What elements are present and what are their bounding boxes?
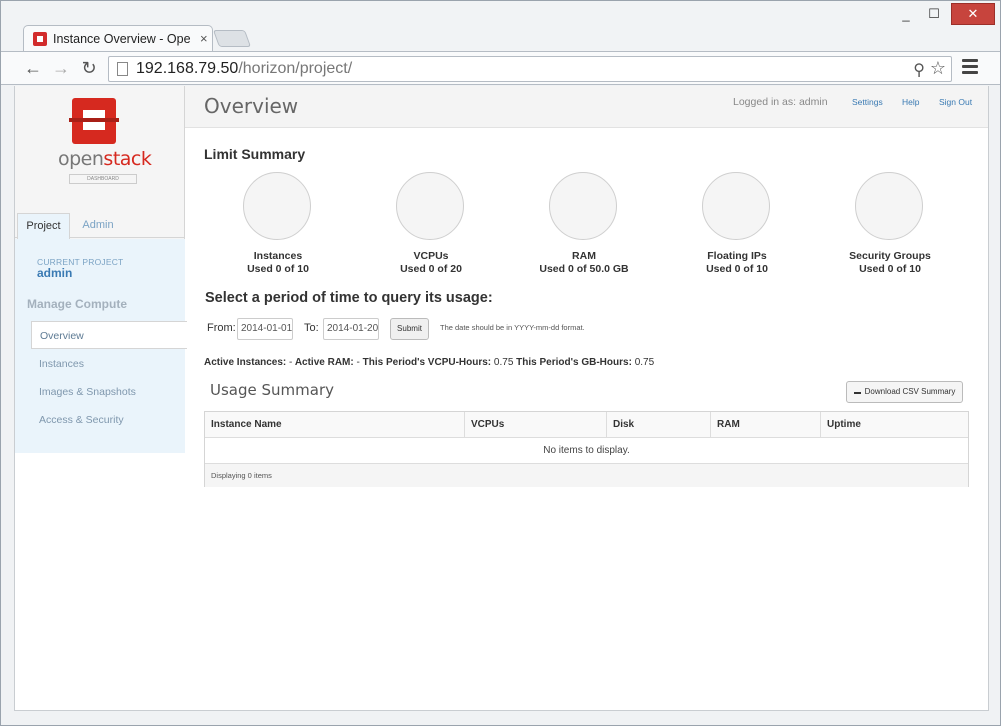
limit-item: Security Groups Used 0 of 10 [825,250,955,276]
arrow-left-icon: ← [24,57,42,78]
period-title: Select a period of time to query its usa… [205,290,493,306]
sidebar: openstack DASHBOARD Project Admin CURREN… [15,86,187,453]
current-project-switcher[interactable]: admin [37,266,72,280]
sidebar-item-images-snapshots[interactable]: Images & Snapshots [31,378,187,406]
sidebar-tabs: Project Admin [15,213,185,239]
floating-ips-pie-chart [702,172,770,240]
page-viewport: openstack DASHBOARD Project Admin CURREN… [14,86,989,711]
tab-admin[interactable]: Admin [73,213,123,239]
title-bar: Instance Overview - OpenStack Dashboard … [1,1,1000,51]
sidebar-item-overview[interactable]: Overview [31,321,187,349]
tab-close-icon[interactable]: × [200,31,208,46]
settings-link[interactable]: Settings [852,97,883,107]
limit-name: Instances [253,250,303,262]
page-header: Overview Logged in as: admin Settings He… [185,86,988,128]
column-header-disk[interactable]: Disk [607,412,711,438]
maximize-button[interactable]: ☐ [921,3,947,25]
sidebar-panel: CURRENT PROJECT admin Manage Compute Ove… [15,239,187,453]
submit-button[interactable]: Submit [390,318,429,340]
magnifier-icon[interactable]: ⚲ [913,60,925,80]
limit-item: Floating IPs Used 0 of 10 [672,250,802,276]
date-format-hint: The date should be in YYYY-mm-dd format. [440,323,585,332]
help-link[interactable]: Help [902,97,919,107]
address-bar[interactable]: 192.168.79.50/horizon/project/ ⚲ ☆ [108,56,952,82]
tab-title: Instance Overview - OpenStack Dashboard [53,31,190,46]
empty-table-message: No items to display. [205,438,968,464]
column-header-instance-name[interactable]: Instance Name [205,412,465,438]
arrow-right-icon: → [52,57,70,78]
hamburger-icon[interactable] [962,59,978,77]
openstack-cube-icon [69,98,119,144]
from-label: From: [207,322,236,334]
limit-usage: Used 0 of 10 [859,263,921,275]
reload-icon: ↻ [81,57,97,78]
usage-table: Instance Name VCPUs Disk RAM Uptime No i… [204,411,969,487]
column-header-uptime[interactable]: Uptime [821,412,968,438]
logo-text: openstack [58,148,152,170]
sidebar-item-access-security[interactable]: Access & Security [31,406,187,434]
security-groups-pie-chart [855,172,923,240]
from-date-input[interactable]: 2014-01-01 [237,318,293,340]
page-title: Overview [204,94,299,118]
to-label: To: [304,322,319,334]
column-header-ram[interactable]: RAM [711,412,821,438]
ram-pie-chart [549,172,617,240]
vcpus-pie-chart [396,172,464,240]
limit-usage: Used 0 of 10 [247,263,309,275]
limit-name: Floating IPs [707,250,767,262]
limit-usage: Used 0 of 10 [706,263,768,275]
sidebar-section-title: Manage Compute [27,297,128,311]
limit-usage: Used 0 of 20 [400,263,462,275]
url-path: /horizon/project/ [238,60,353,77]
limit-item: RAM Used 0 of 50.0 GB [519,250,649,276]
limit-usage: Used 0 of 50.0 GB [539,263,629,275]
browser-tab[interactable]: Instance Overview - OpenStack Dashboard … [23,25,213,51]
forward-button[interactable]: → [49,56,73,80]
table-header-row: Instance Name VCPUs Disk RAM Uptime [205,412,968,438]
limit-summary-title: Limit Summary [204,146,306,162]
usage-summary-title: Usage Summary [210,381,334,399]
sign-out-link[interactable]: Sign Out [939,97,972,107]
url-host: 192.168.79.50 [136,60,239,77]
url-text[interactable]: 192.168.79.50/horizon/project/ [136,60,352,78]
limit-name: Security Groups [849,250,931,262]
browser-window: Instance Overview - OpenStack Dashboard … [0,0,1001,726]
star-icon[interactable]: ☆ [930,58,946,79]
column-header-vcpus[interactable]: VCPUs [465,412,607,438]
limit-name: VCPUs [413,250,449,262]
table-footer: Displaying 0 items [205,464,968,487]
logged-in-text: Logged in as: admin [733,96,828,108]
instances-pie-chart [243,172,311,240]
active-usage-summary: Active Instances: - Active RAM: - This P… [204,357,655,368]
minimize-button[interactable]: _ [893,3,919,25]
tab-project[interactable]: Project [17,213,70,239]
to-date-input[interactable]: 2014-01-20 [323,318,379,340]
sidebar-item-instances[interactable]: Instances [31,350,187,378]
logo-subtitle: DASHBOARD [69,174,137,184]
reload-button[interactable]: ↻ [77,56,101,80]
limit-item: VCPUs Used 0 of 20 [366,250,496,276]
download-icon [853,387,861,394]
back-button[interactable]: ← [21,56,45,80]
limit-item: Instances Used 0 of 10 [213,250,343,276]
new-tab-button[interactable] [212,30,252,47]
limit-name: RAM [572,250,596,262]
openstack-logo[interactable]: openstack DASHBOARD [55,96,152,186]
close-window-button[interactable]: ✕ [951,3,995,25]
download-csv-button[interactable]: Download CSV Summary [846,381,963,403]
browser-toolbar: ← → ↻ 192.168.79.50/horizon/project/ ⚲ ☆ [1,51,1000,85]
page-icon [117,62,128,76]
openstack-favicon-icon [33,31,47,46]
